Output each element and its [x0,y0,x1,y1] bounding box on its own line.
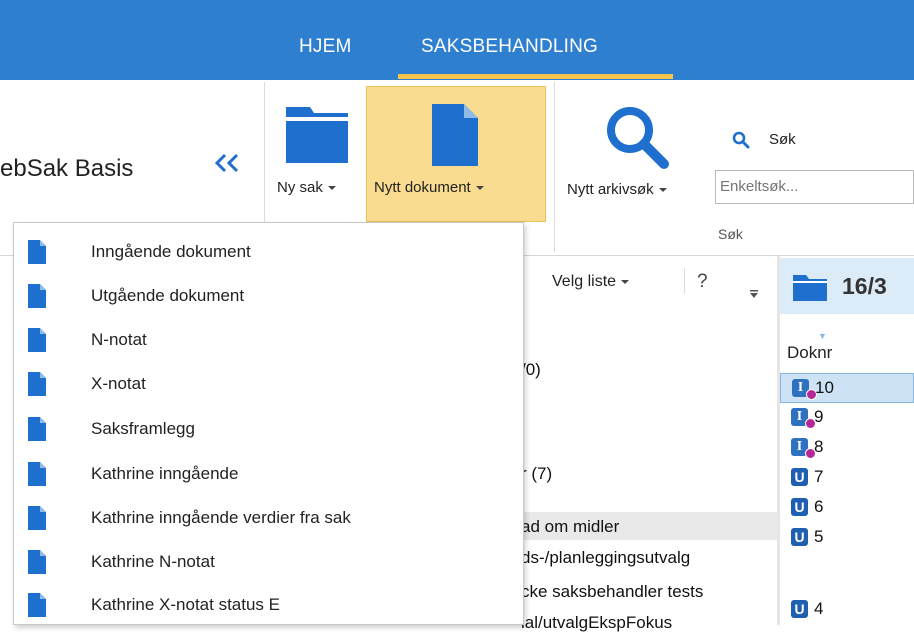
app-title: ebSak Basis [0,155,134,182]
document-icon [28,372,46,396]
menu-item-label: N-notat [91,330,147,349]
document-icon [28,240,46,264]
menu-item-kathrine-inngaende-verdier[interactable]: Kathrine inngående verdier fra sak [14,497,523,540]
active-tab-indicator [398,74,673,79]
document-icon [28,593,46,617]
velg-liste-button[interactable]: Velg liste [552,273,630,291]
ny-sak-button[interactable]: Ny sak [277,179,336,196]
sort-indicator-icon: ▼ [818,331,827,341]
document-row[interactable]: I 10 [780,373,914,403]
document-icon [28,550,46,574]
tab-hjem[interactable]: HJEM [299,36,352,58]
document-row[interactable]: I 8 [780,433,914,463]
document-number: 7 [814,467,824,486]
list-item-text[interactable]: cke saksbehandler tests [521,582,703,602]
menu-item-label: X-notat [91,374,146,393]
column-header-doknr[interactable]: Doknr [787,343,832,363]
overflow-icon[interactable] [748,286,760,304]
menu-item-inngaende-dokument[interactable]: Inngående dokument [14,231,523,274]
menu-item-label: Utgående dokument [91,286,245,305]
list-item-text[interactable]: r (7) [521,464,552,484]
nytt-arkivsok-button[interactable]: Nytt arkivsøk [567,181,667,198]
case-number: 16/3 [842,273,887,299]
menu-item-kathrine-x-notat[interactable]: Kathrine X-notat status E [14,584,523,627]
new-document-icon [430,102,480,173]
outgoing-document-icon: U [791,528,808,546]
nytt-dokument-menu: Inngående dokument Utgående dokument N-n… [13,222,524,625]
nytt-dokument-label: Nytt dokument [374,179,484,196]
menu-item-utgaende-dokument[interactable]: Utgående dokument [14,275,523,318]
menu-item-x-notat[interactable]: X-notat [14,363,523,406]
document-number: 4 [814,599,824,618]
magnifier-icon[interactable] [604,104,670,175]
menu-item-label: Inngående dokument [91,242,251,261]
menu-item-label: Saksframlegg [91,419,195,438]
search-icon[interactable] [732,131,750,154]
document-row[interactable]: U 6 [780,493,914,523]
list-item-text[interactable]: ds-/planleggingsutvalg [521,548,690,568]
menu-item-label: Kathrine X-notat status E [91,595,280,614]
menu-item-label: Kathrine inngående [91,464,239,483]
ribbon-group-label: Søk [718,226,743,242]
document-icon [28,462,46,486]
document-row[interactable]: U 7 [780,463,914,493]
collapse-panel-icon[interactable] [213,150,243,181]
ribbon-divider [554,82,555,252]
menu-item-label: Kathrine N-notat [91,552,215,571]
menu-item-saksframlegg[interactable]: Saksframlegg [14,408,523,451]
sok-button[interactable]: Søk [769,131,796,148]
tab-saksbehandling[interactable]: SAKSBEHANDLING [421,36,598,58]
toolbar-divider [684,268,685,294]
document-row[interactable]: U 5 [780,523,914,553]
folder-icon[interactable] [284,103,350,170]
document-icon [28,284,46,308]
outgoing-document-icon: U [791,468,808,486]
help-button[interactable]: ? [697,271,708,293]
search-field[interactable] [715,170,914,204]
menu-item-label: Kathrine inngående verdier fra sak [91,508,351,527]
document-number: 6 [814,497,824,516]
outgoing-document-icon: U [791,600,808,618]
folder-icon [792,272,828,307]
top-nav-bar: HJEM SAKSBEHANDLING [0,0,914,80]
document-number: 8 [814,437,824,456]
document-number: 9 [814,407,824,426]
list-item-text[interactable]: lal/utvalgEkspFokus [521,613,672,633]
document-icon [28,417,46,441]
menu-item-n-notat[interactable]: N-notat [14,319,523,362]
document-row[interactable]: I 9 [780,403,914,433]
menu-item-kathrine-inngaende[interactable]: Kathrine inngående [14,453,523,496]
document-row[interactable]: U 4 [780,595,914,625]
document-icon [28,506,46,530]
document-number: 10 [815,378,834,397]
document-number: 5 [814,527,824,546]
menu-item-kathrine-n-notat[interactable]: Kathrine N-notat [14,541,523,584]
outgoing-document-icon: U [791,498,808,516]
search-input[interactable] [716,171,914,201]
list-item-text[interactable]: ad om midler [521,517,619,537]
document-icon [28,328,46,352]
